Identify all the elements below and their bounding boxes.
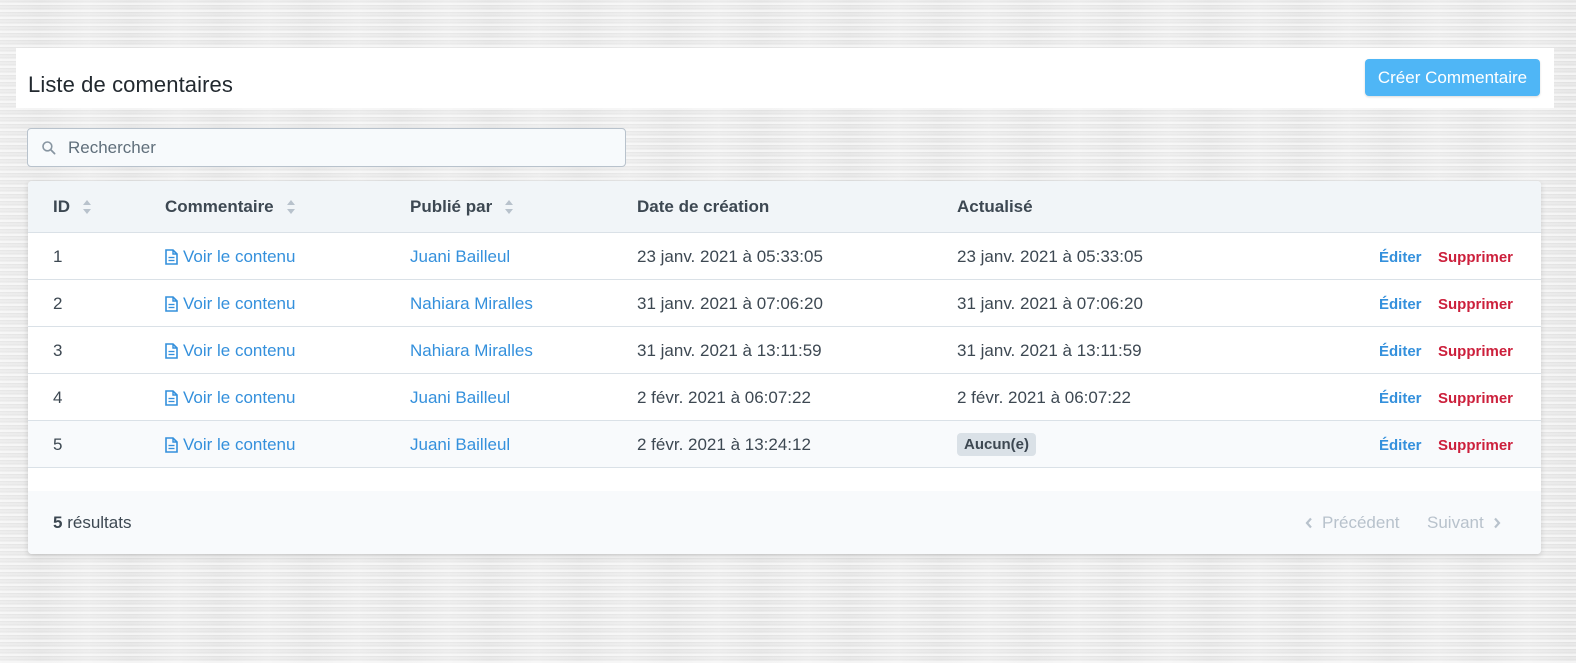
comments-table-card: ID Commentaire Publié par Date de créati…: [28, 181, 1541, 554]
chevron-left-icon: [1305, 517, 1312, 529]
table-row: 1 Voir le contenu Juani Bailleul 23 janv…: [28, 233, 1541, 280]
delete-button[interactable]: Supprimer: [1438, 437, 1513, 454]
view-content-label: Voir le contenu: [183, 435, 296, 454]
table-row: 4 Voir le contenu Juani Bailleul 2 févr.…: [28, 374, 1541, 421]
document-icon: [165, 390, 178, 406]
delete-button[interactable]: Supprimer: [1438, 343, 1513, 360]
row-id: 2: [53, 294, 63, 313]
column-header-published-by[interactable]: Publié par: [410, 197, 514, 217]
sort-icon: [505, 200, 514, 214]
search-icon: [42, 141, 56, 155]
table-footer: 5 résultats Précédent Suivant: [28, 491, 1541, 554]
view-content-link[interactable]: Voir le contenu: [165, 388, 295, 408]
delete-button[interactable]: Supprimer: [1438, 296, 1513, 313]
result-count: 5 résultats: [53, 513, 131, 533]
updated-date: 23 janv. 2021 à 05:33:05: [957, 247, 1143, 266]
row-id: 5: [53, 435, 63, 454]
search-box: [27, 128, 626, 167]
column-header-id[interactable]: ID: [53, 197, 92, 217]
updated-date: 2 févr. 2021 à 06:07:22: [957, 388, 1131, 407]
document-icon: [165, 437, 178, 453]
edit-button[interactable]: Éditer: [1379, 437, 1422, 454]
delete-button[interactable]: Supprimer: [1438, 249, 1513, 266]
edit-button[interactable]: Éditer: [1379, 390, 1422, 407]
table-row: 5 Voir le contenu Juani Bailleul 2 févr.…: [28, 421, 1541, 468]
delete-button[interactable]: Supprimer: [1438, 390, 1513, 407]
updated-date: 31 janv. 2021 à 07:06:20: [957, 294, 1143, 313]
sort-icon: [286, 200, 295, 214]
document-icon: [165, 343, 178, 359]
document-icon: [165, 296, 178, 312]
previous-page-label: Précédent: [1322, 513, 1400, 532]
author-link[interactable]: Nahiara Miralles: [410, 341, 533, 361]
view-content-link[interactable]: Voir le contenu: [165, 294, 295, 314]
result-count-number: 5: [53, 513, 63, 532]
edit-button[interactable]: Éditer: [1379, 296, 1422, 313]
column-header-label: Commentaire: [165, 197, 274, 216]
view-content-link[interactable]: Voir le contenu: [165, 341, 295, 361]
updated-date: 31 janv. 2021 à 13:11:59: [957, 341, 1142, 360]
column-header-updated: Actualisé: [957, 197, 1033, 217]
next-page-label: Suivant: [1427, 513, 1484, 532]
result-count-label: résultats: [67, 513, 132, 532]
row-id: 3: [53, 341, 63, 360]
page-header: Liste de comentaires Créer Commentaire: [16, 48, 1554, 108]
column-header-label: ID: [53, 197, 70, 216]
table-row: 3 Voir le contenu Nahiara Miralles 31 ja…: [28, 327, 1541, 374]
author-link[interactable]: Nahiara Miralles: [410, 294, 533, 314]
sort-icon: [83, 200, 91, 214]
row-id: 1: [53, 247, 63, 266]
created-date: 31 janv. 2021 à 13:11:59: [637, 341, 822, 360]
author-link[interactable]: Juani Bailleul: [410, 388, 510, 408]
created-date: 2 févr. 2021 à 13:24:12: [637, 435, 811, 454]
search-input[interactable]: [68, 129, 618, 166]
view-content-label: Voir le contenu: [183, 388, 296, 407]
view-content-label: Voir le contenu: [183, 341, 296, 360]
next-page-button[interactable]: Suivant: [1427, 513, 1501, 533]
created-date: 31 janv. 2021 à 07:06:20: [637, 294, 823, 313]
empty-badge: Aucun(e): [957, 433, 1036, 456]
edit-button[interactable]: Éditer: [1379, 343, 1422, 360]
page-title: Liste de comentaires: [28, 72, 233, 97]
created-date: 2 févr. 2021 à 06:07:22: [637, 388, 811, 407]
column-header-label: Actualisé: [957, 197, 1033, 216]
view-content-label: Voir le contenu: [183, 294, 296, 313]
previous-page-button[interactable]: Précédent: [1305, 513, 1400, 533]
view-content-label: Voir le contenu: [183, 247, 296, 266]
document-icon: [165, 249, 178, 265]
column-header-label: Date de création: [637, 197, 770, 216]
view-content-link[interactable]: Voir le contenu: [165, 247, 295, 267]
row-id: 4: [53, 388, 63, 407]
author-link[interactable]: Juani Bailleul: [410, 435, 510, 455]
view-content-link[interactable]: Voir le contenu: [165, 435, 295, 455]
table-row: 2 Voir le contenu Nahiara Miralles 31 ja…: [28, 280, 1541, 327]
column-header-label: Publié par: [410, 197, 493, 216]
table-header: ID Commentaire Publié par Date de créati…: [28, 181, 1541, 233]
edit-button[interactable]: Éditer: [1379, 249, 1422, 266]
column-header-comment[interactable]: Commentaire: [165, 197, 296, 217]
author-link[interactable]: Juani Bailleul: [410, 247, 510, 267]
chevron-right-icon: [1493, 517, 1501, 529]
column-header-created: Date de création: [637, 197, 769, 217]
create-comment-button[interactable]: Créer Commentaire: [1365, 59, 1540, 96]
created-date: 23 janv. 2021 à 05:33:05: [637, 247, 823, 266]
